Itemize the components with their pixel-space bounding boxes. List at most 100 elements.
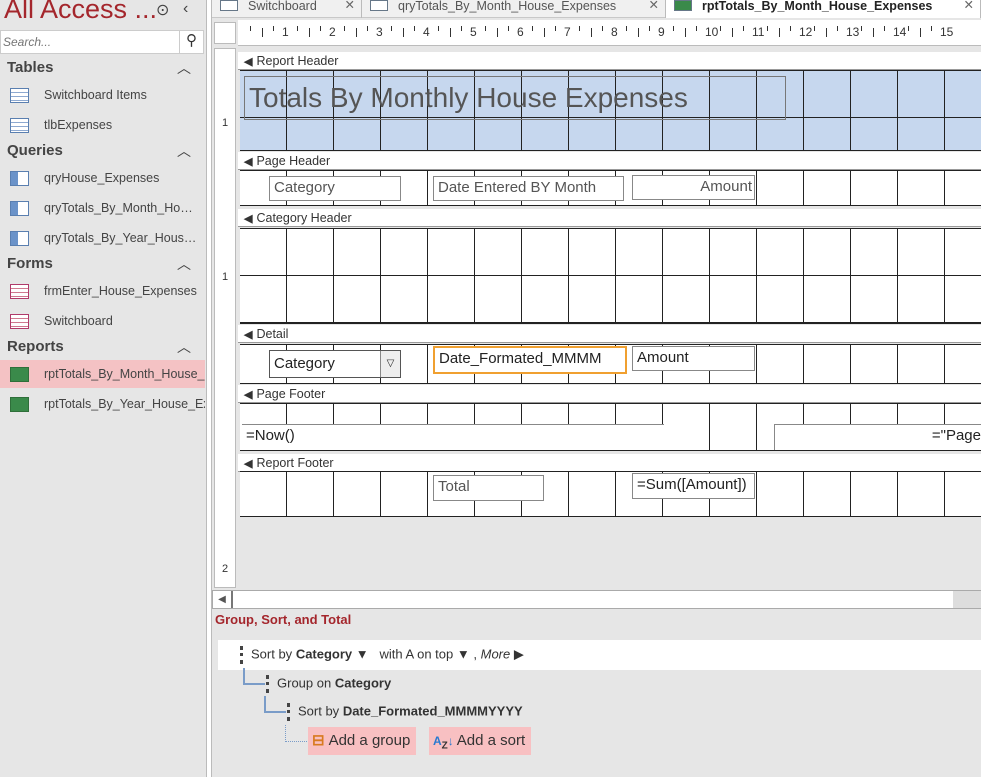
- nav-item-form[interactable]: frmEnter_House_Expenses: [0, 277, 205, 305]
- group-label: Tables: [7, 59, 54, 76]
- sum-amount-textbox[interactable]: =Sum([Amount]): [632, 473, 755, 499]
- band-report-header[interactable]: Totals By Monthly House Expenses: [240, 70, 981, 151]
- section-label: Report Footer: [256, 456, 334, 470]
- form-icon: [220, 0, 238, 11]
- date-textbox-selected[interactable]: Date_Formated_MMMM: [433, 346, 627, 374]
- close-icon[interactable]: ✕: [649, 0, 659, 11]
- nav-item-report[interactable]: rptTotals_By_Year_House_Expenses: [0, 390, 205, 418]
- expand-arrow-icon[interactable]: ▶: [514, 646, 524, 661]
- vertical-ruler[interactable]: 1 1 2: [214, 48, 236, 588]
- group-field[interactable]: Category: [335, 675, 391, 690]
- now-textbox[interactable]: =Now(): [242, 424, 664, 450]
- tab-query[interactable]: qryTotals_By_Month_House_Expenses ✕: [362, 0, 666, 18]
- item-label: tlbExpenses: [44, 118, 113, 132]
- group-level-row[interactable]: Group on Category: [266, 675, 391, 693]
- sort-field[interactable]: Category: [296, 646, 352, 661]
- report-title-label[interactable]: Totals By Monthly House Expenses: [244, 76, 786, 120]
- chevron-down-icon[interactable]: ▽: [380, 351, 400, 377]
- scroll-thumb[interactable]: [953, 591, 981, 608]
- close-icon[interactable]: ✕: [964, 0, 974, 11]
- search-input[interactable]: [1, 31, 179, 53]
- group-tables[interactable]: Tables ︿: [0, 56, 205, 80]
- pane-splitter[interactable]: [206, 0, 212, 777]
- sort-order[interactable]: with A on top: [380, 646, 454, 661]
- form-icon: [10, 314, 29, 329]
- nav-item-query[interactable]: qryHouse_Expenses: [0, 164, 205, 192]
- group-forms[interactable]: Forms ︿: [0, 252, 205, 276]
- more-options-link[interactable]: More: [481, 646, 511, 661]
- ruler-label: 1: [282, 25, 289, 39]
- ruler-tick: [790, 26, 792, 31]
- sort-level-row-2[interactable]: Sort by Date_Formated_MMMMYYYY: [287, 703, 523, 721]
- nav-item-form[interactable]: Switchboard: [0, 307, 205, 335]
- ruler-tick: [907, 26, 909, 31]
- nav-item-query[interactable]: qryTotals_By_Year_House_Expenses: [0, 224, 205, 252]
- close-icon[interactable]: ✕: [345, 0, 355, 11]
- button-label: Add a group: [328, 732, 411, 749]
- ruler-tick: [837, 26, 839, 31]
- group-reports[interactable]: Reports ︿: [0, 335, 205, 359]
- ruler-label: 6: [517, 25, 524, 39]
- section-bar-category-header[interactable]: ◀ Category Header: [238, 209, 981, 227]
- nav-item-report-selected[interactable]: rptTotals_By_Month_House_Expenses: [0, 360, 205, 388]
- page-number-textbox[interactable]: ="Page: [774, 424, 981, 450]
- group-queries[interactable]: Queries ︿: [0, 139, 205, 163]
- sort-az-icon: AZ↓: [433, 734, 454, 752]
- band-page-footer[interactable]: =Now() ="Page: [240, 403, 981, 451]
- ruler-tick: [461, 26, 463, 31]
- tab-report-active[interactable]: rptTotals_By_Month_House_Expenses ✕: [666, 0, 981, 18]
- amount-textbox[interactable]: Amount: [632, 346, 755, 371]
- ruler-label: 5: [470, 25, 477, 39]
- ruler-tick: [931, 26, 933, 31]
- section-selector-icon: ◀: [244, 329, 253, 341]
- separator: ,: [473, 646, 477, 662]
- band-detail[interactable]: Category ▽ Date_Formated_MMMM Amount: [240, 344, 981, 384]
- scroll-left-icon[interactable]: ◀: [213, 591, 233, 608]
- dropdown-arrow-icon[interactable]: ▼: [457, 646, 470, 661]
- drag-handle-icon[interactable]: [266, 675, 269, 693]
- ruler-tick: [731, 28, 733, 37]
- group-prefix: Group on: [277, 675, 332, 691]
- drag-handle-icon[interactable]: [287, 703, 290, 721]
- section-bar-report-footer[interactable]: ◀ Report Footer: [238, 454, 981, 472]
- item-label: qryTotals_By_Month_House_Expenses: [44, 201, 205, 215]
- section-bar-report-header[interactable]: ◀ Report Header: [238, 52, 981, 70]
- nav-menu-dropdown-icon[interactable]: ⊙: [156, 0, 169, 20]
- add-group-button[interactable]: ⊟ Add a group: [308, 727, 417, 755]
- sort-level-row[interactable]: Sort by Category ▼ with A on top ▼ , Mor…: [218, 640, 981, 670]
- band-report-footer[interactable]: Total =Sum([Amount]): [240, 471, 981, 517]
- category-label[interactable]: Category: [269, 176, 401, 201]
- ruler-corner[interactable]: [214, 22, 236, 44]
- tab-switchboard[interactable]: Switchboard ✕: [212, 0, 362, 18]
- combo-value: Category: [274, 355, 335, 372]
- ruler-tick: [578, 26, 580, 31]
- table-icon: [10, 118, 29, 133]
- date-label[interactable]: Date Entered BY Month: [433, 176, 624, 201]
- nav-item-tlbexpenses[interactable]: tlbExpenses: [0, 111, 205, 139]
- section-bar-page-header[interactable]: ◀ Page Header: [238, 152, 981, 170]
- nav-item-switchboard-items[interactable]: Switchboard Items: [0, 81, 205, 109]
- nav-item-query[interactable]: qryTotals_By_Month_House_Expenses: [0, 194, 205, 222]
- horizontal-scrollbar[interactable]: ◀: [212, 590, 981, 609]
- band-category-header[interactable]: [240, 228, 981, 324]
- chevron-up-icon: ︿: [177, 143, 191, 159]
- category-combo[interactable]: Category ▽: [269, 350, 401, 378]
- drag-handle-icon[interactable]: [240, 646, 243, 664]
- sort-field[interactable]: Date_Formated_MMMMYYYY: [343, 703, 523, 718]
- item-label: qryTotals_By_Year_House_Expenses: [44, 231, 205, 245]
- item-label: rptTotals_By_Year_House_Expenses: [44, 397, 205, 411]
- collapse-nav-icon[interactable]: ‹: [183, 0, 188, 18]
- ruler-label: 4: [423, 25, 430, 39]
- search-icon[interactable]: ⚲: [179, 31, 203, 53]
- amount-label[interactable]: Amount: [632, 175, 755, 200]
- nav-title[interactable]: All Access ...: [4, 0, 157, 25]
- add-sort-button[interactable]: AZ↓ Add a sort: [429, 727, 532, 755]
- report-design-surface: ◀ Report Header Totals By Monthly House E…: [238, 48, 981, 590]
- section-bar-detail[interactable]: ◀ Detail: [238, 325, 981, 343]
- band-page-header[interactable]: Category Date Entered BY Month Amount: [240, 170, 981, 206]
- section-bar-page-footer[interactable]: ◀ Page Footer: [238, 385, 981, 403]
- horizontal-ruler[interactable]: 1 2 3 4 5 6 7 8 9 10 11 12 13 14 15: [238, 20, 981, 46]
- dropdown-arrow-icon[interactable]: ▼: [356, 646, 369, 661]
- report-icon: [674, 0, 692, 11]
- total-label[interactable]: Total: [433, 475, 544, 501]
